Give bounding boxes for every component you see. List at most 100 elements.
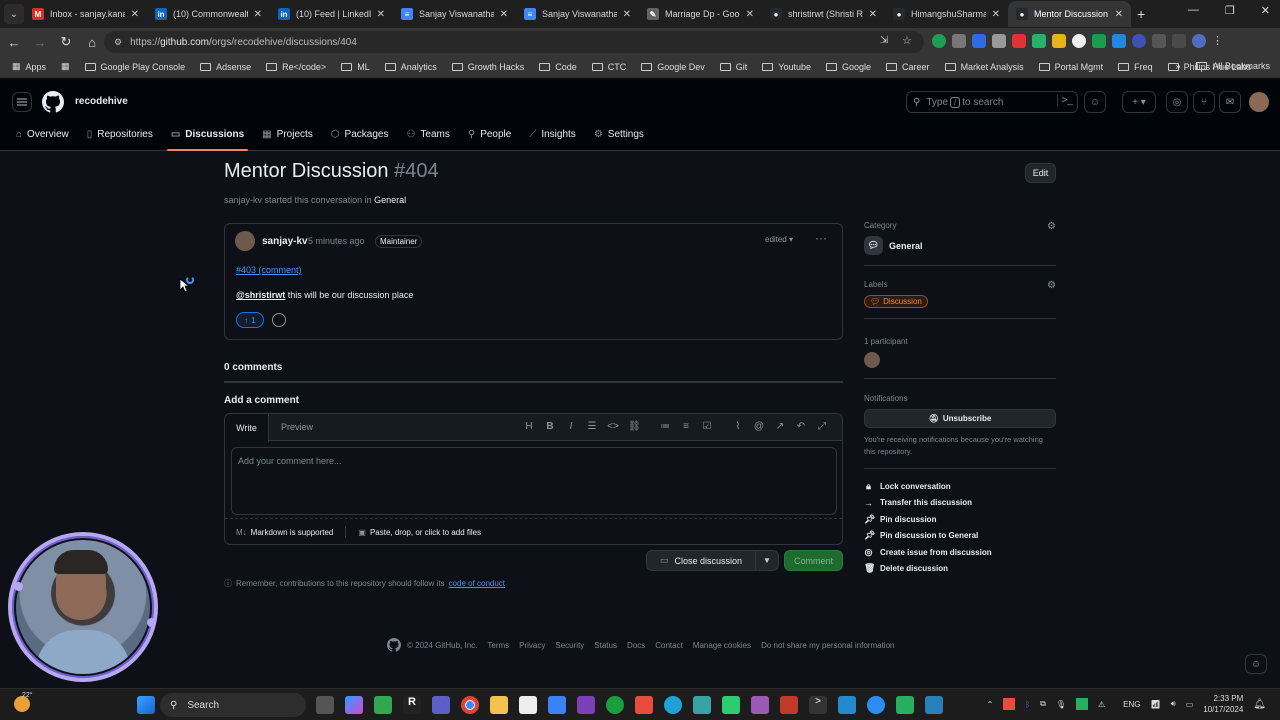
bookmark-item[interactable]: ML xyxy=(341,62,370,72)
close-tab-icon[interactable]: ✕ xyxy=(254,9,262,20)
close-window-icon[interactable]: ✕ xyxy=(1261,4,1270,17)
app-icon[interactable] xyxy=(780,696,798,714)
bookmark-item[interactable]: Career xyxy=(886,62,930,72)
tray-icon[interactable] xyxy=(1075,698,1088,710)
action-lock-conversation[interactable]: 🔒︎ Lock conversation xyxy=(864,478,1056,495)
app-tray-icon[interactable] xyxy=(1003,698,1016,710)
post-author[interactable]: sanjay-kv xyxy=(262,236,308,247)
tab-discussions[interactable]: ▭ Discussions xyxy=(166,125,249,151)
action-pin-discussion[interactable]: 📌︎ Pin discussion xyxy=(864,511,1056,528)
all-bookmarks[interactable]: » All Bookmarks xyxy=(1175,61,1270,71)
tray-icon[interactable]: ⚠ xyxy=(1098,700,1105,709)
copilot-app-icon[interactable] xyxy=(345,696,363,714)
address-bar[interactable]: ⚙ https:// github.com /orgs/recodehive/d… xyxy=(104,31,924,53)
action-create-issue-from-discussion[interactable]: ◎ Create issue from discussion xyxy=(864,544,1056,561)
notifications-icon[interactable]: 🔔︎ xyxy=(1253,699,1266,710)
app-icon[interactable] xyxy=(606,696,624,714)
bookmark-item[interactable]: Google Play Console xyxy=(84,62,185,72)
bold-icon[interactable]: B xyxy=(544,421,556,432)
close-tab-icon[interactable]: ✕ xyxy=(869,9,877,20)
extension-icon[interactable] xyxy=(1092,34,1106,48)
task-view-icon[interactable] xyxy=(316,696,334,714)
clock[interactable]: 2:33 PM 10/17/2024 xyxy=(1203,693,1243,715)
extension-icon[interactable] xyxy=(992,34,1006,48)
browser-tab[interactable]: ● shristirwt (Shristi Raw ✕ xyxy=(762,1,885,27)
bookmark-item[interactable]: Git xyxy=(719,62,747,72)
minimize-icon[interactable]: — xyxy=(1188,4,1199,17)
browser-tab[interactable]: ≡ Sanjay Viswanathan ✕ xyxy=(516,1,639,27)
pull-requests-icon[interactable]: ⑂ xyxy=(1193,91,1215,113)
extensions-puzzle-icon[interactable] xyxy=(1172,34,1186,48)
italic-icon[interactable]: I xyxy=(565,421,577,432)
upvote-button[interactable]: ↑ 1 xyxy=(236,312,264,328)
extension-icon[interactable] xyxy=(1012,34,1026,48)
chevron-up-icon[interactable]: ⌃ xyxy=(987,700,994,709)
browser-tab[interactable]: ≡ Sanjay Viswanathan ✕ xyxy=(393,1,516,27)
mention-icon[interactable]: @ xyxy=(753,421,765,432)
bookmark-item[interactable]: Code xyxy=(539,62,577,72)
inbox-icon[interactable]: ✉ xyxy=(1219,91,1241,113)
vscode-icon[interactable] xyxy=(838,696,856,714)
attach-icon[interactable]: ⌇ xyxy=(732,421,744,432)
tab-projects[interactable]: ▦ Projects xyxy=(262,125,313,143)
reference-icon[interactable]: ↗ xyxy=(774,421,786,432)
bookmark-item[interactable]: Analytics xyxy=(384,62,437,72)
profile-avatar-icon[interactable] xyxy=(1192,34,1206,48)
bookmark-item[interactable]: Growth Hacks xyxy=(451,62,524,72)
restore-icon[interactable]: ❐ xyxy=(1225,4,1235,17)
code-of-conduct-link[interactable]: code of conduct xyxy=(449,579,505,588)
browser-tab[interactable]: ● Mentor Discussion ✕ xyxy=(1008,1,1131,27)
category-link[interactable]: General xyxy=(374,195,406,205)
extension-icon[interactable] xyxy=(1112,34,1126,48)
bookmark-item[interactable]: Adsense xyxy=(200,62,251,72)
footer-link[interactable]: Security xyxy=(555,641,584,650)
footer-link[interactable]: Status xyxy=(594,641,617,650)
bullet-list-icon[interactable]: ≡ xyxy=(680,421,692,432)
bookmark-item[interactable]: Portal Mgmt xyxy=(1038,62,1103,72)
forward-icon[interactable]: → xyxy=(28,35,52,50)
store-icon[interactable] xyxy=(548,696,566,714)
install-icon[interactable]: ⇲ xyxy=(880,35,888,46)
new-tab-button[interactable]: + xyxy=(1137,6,1145,22)
issues-icon[interactable]: ◎ xyxy=(1166,91,1188,113)
chrome-icon[interactable] xyxy=(461,696,479,714)
copilot-icon[interactable]: ☺ xyxy=(1084,91,1106,113)
org-name[interactable]: recodehive xyxy=(75,96,128,107)
comment-textarea[interactable]: Add your comment here... xyxy=(231,447,837,515)
microphone-icon[interactable]: 🎙︎ xyxy=(1056,700,1066,709)
tab-search-button[interactable]: ⌄ xyxy=(4,4,24,24)
language-indicator[interactable]: ENG xyxy=(1123,700,1140,709)
app-icon[interactable] xyxy=(693,696,711,714)
close-discussion-main[interactable]: ▭ Close discussion xyxy=(647,551,756,570)
tab-write[interactable]: Write xyxy=(225,414,269,442)
footer-link[interactable]: Privacy xyxy=(519,641,545,650)
label-discussion[interactable]: 💬︎ Discussion xyxy=(864,295,928,308)
code-icon[interactable]: <> xyxy=(607,421,619,432)
attach-files-button[interactable]: Paste, drop, or click to add files xyxy=(370,528,481,537)
bookmark-item[interactable]: Market Analysis xyxy=(944,62,1024,72)
site-info-icon[interactable]: ⚙ xyxy=(114,37,122,48)
extension-icon[interactable] xyxy=(972,34,986,48)
footer-link[interactable]: Contact xyxy=(655,641,683,650)
user-mention[interactable]: @shristirwt xyxy=(236,290,285,300)
tab-settings[interactable]: ⚙ Settings xyxy=(594,125,644,143)
battery-icon[interactable]: ▭ xyxy=(1186,700,1194,709)
close-tab-icon[interactable]: ✕ xyxy=(746,9,754,20)
extension-icon[interactable] xyxy=(1032,34,1046,48)
command-palette-icon[interactable]: >_ xyxy=(1056,95,1073,106)
home-icon[interactable]: ⌂ xyxy=(80,35,104,50)
close-tab-icon[interactable]: ✕ xyxy=(377,9,385,20)
file-explorer-icon[interactable] xyxy=(490,696,508,714)
windows-start-icon[interactable] xyxy=(137,696,155,714)
task-list-icon[interactable]: ☑ xyxy=(701,421,713,432)
close-tab-icon[interactable]: ✕ xyxy=(1115,9,1123,20)
comment-link[interactable]: #403 (comment) xyxy=(236,265,302,275)
search-input[interactable]: ⚲ Type / to search >_ xyxy=(906,91,1078,113)
author-link[interactable]: sanjay-kv xyxy=(224,195,262,205)
notion-icon[interactable] xyxy=(519,696,537,714)
r-app-icon[interactable]: R xyxy=(403,696,421,714)
post-time[interactable]: 5 minutes ago xyxy=(308,236,365,246)
action-transfer-this-discussion[interactable]: → Transfer this discussion xyxy=(864,495,1056,512)
action-pin-discussion-to-general[interactable]: 📌︎ Pin discussion to General xyxy=(864,528,1056,545)
bookmark-star-icon[interactable]: ☆ xyxy=(902,34,912,47)
